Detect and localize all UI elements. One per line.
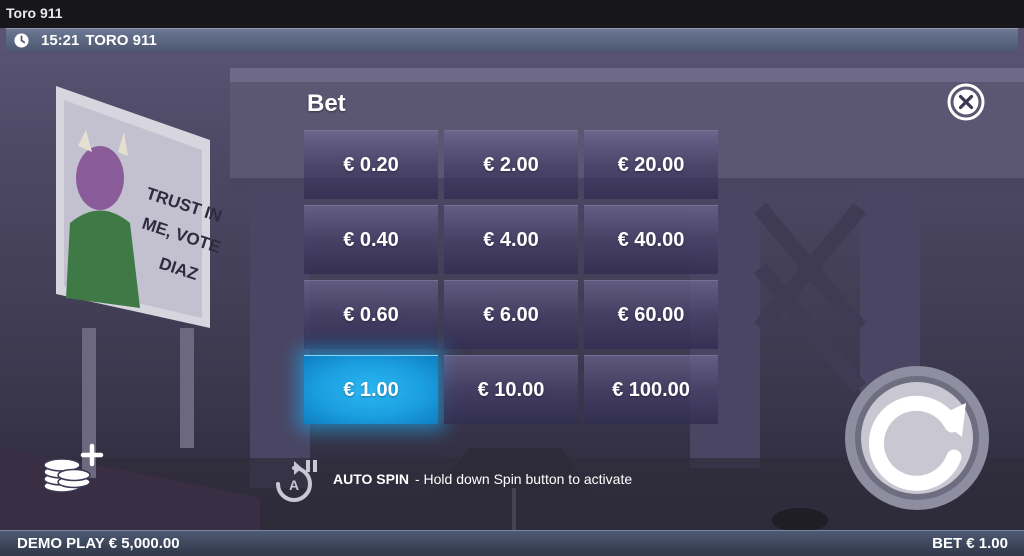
status-game-name: TORO 911 xyxy=(85,32,157,49)
add-coins-icon[interactable] xyxy=(40,442,104,498)
bet-option[interactable]: € 60.00 xyxy=(584,280,718,349)
bet-option[interactable]: € 100.00 xyxy=(584,355,718,424)
bet-option[interactable]: € 0.20 xyxy=(304,130,438,199)
bet-option[interactable]: € 0.40 xyxy=(304,205,438,274)
auto-spin-label: AUTO SPIN xyxy=(333,471,409,487)
status-time: 15:21 xyxy=(41,32,80,49)
bet-option[interactable]: € 2.00 xyxy=(444,130,578,199)
clock-icon xyxy=(14,33,29,48)
bet-option[interactable]: € 20.00 xyxy=(584,130,718,199)
bet-option[interactable]: € 6.00 xyxy=(444,280,578,349)
game-area: TRUST IN ME, VOTE DIAZ 15:21 TORO 911 Be… xyxy=(0,28,1024,556)
auto-spin-badge: A xyxy=(289,477,299,493)
auto-spin-icon[interactable]: A xyxy=(270,458,320,502)
auto-spin-info: AUTO SPIN - Hold down Spin button to acti… xyxy=(333,471,632,487)
window-title: Toro 911 xyxy=(0,0,1024,28)
current-bet-display: BET € 1.00 xyxy=(932,535,1008,552)
spin-button[interactable] xyxy=(844,365,990,511)
bet-option[interactable]: € 40.00 xyxy=(584,205,718,274)
bet-option-selected[interactable]: € 1.00 xyxy=(304,355,438,424)
bet-options-grid: € 0.20 € 2.00 € 20.00 € 0.40 € 4.00 € 40… xyxy=(304,130,718,427)
auto-spin-hint: - Hold down Spin button to activate xyxy=(414,471,633,487)
bet-option[interactable]: € 10.00 xyxy=(444,355,578,424)
bet-heading: Bet xyxy=(307,90,346,117)
status-bar: 15:21 TORO 911 xyxy=(6,28,1018,52)
bet-option[interactable]: € 4.00 xyxy=(444,205,578,274)
balance-display: DEMO PLAY € 5,000.00 xyxy=(17,535,180,552)
bottom-bar: DEMO PLAY € 5,000.00 BET € 1.00 xyxy=(0,530,1024,556)
bet-option[interactable]: € 0.60 xyxy=(304,280,438,349)
close-icon[interactable] xyxy=(947,83,985,121)
